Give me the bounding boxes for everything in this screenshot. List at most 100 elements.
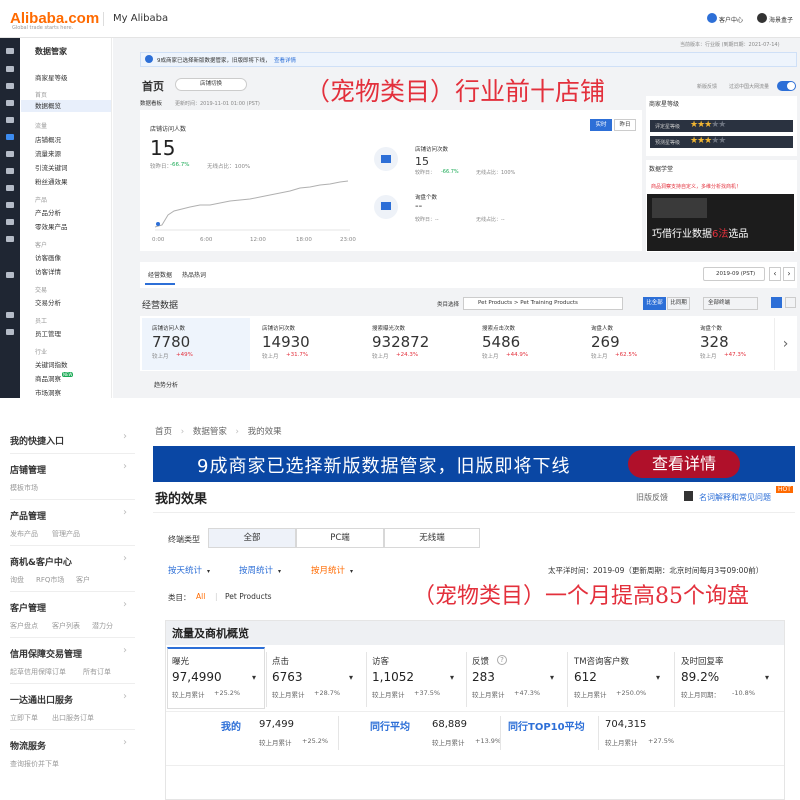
nav-item-keyword-index[interactable]: 关键词指数	[35, 359, 68, 369]
nav-sub-template[interactable]: 模板市场	[10, 483, 38, 493]
stat-week-dropdown[interactable]: 按周统计 ▾	[239, 564, 281, 576]
grid-icon[interactable]	[6, 236, 14, 242]
nav-item-zero-effect[interactable]: 零效果产品	[35, 221, 68, 231]
chart-view-icon[interactable]	[771, 297, 782, 308]
next-icon[interactable]: ›	[783, 267, 795, 281]
cat-box-icon[interactable]	[757, 13, 767, 23]
chart-icon[interactable]	[6, 134, 14, 140]
my-alibaba-title[interactable]: My Alibaba	[113, 13, 168, 24]
service-icon[interactable]	[6, 219, 14, 225]
user-icon[interactable]	[6, 117, 14, 123]
tab-hot[interactable]: 热品热词	[182, 270, 206, 279]
old-feedback-link[interactable]: 旧版反馈	[636, 492, 668, 503]
nav-item-shop-overview[interactable]: 店铺概况	[35, 134, 61, 144]
tab-biz[interactable]: 经营数据	[148, 270, 172, 279]
nav-group-export[interactable]: 一达通出口服务	[10, 693, 73, 706]
tab-wireless[interactable]: 无线端	[384, 528, 480, 548]
chevron-right-icon[interactable]: ›	[123, 737, 127, 748]
trade-icon[interactable]	[6, 168, 14, 174]
nav-sub-potential[interactable]: 潜力分	[92, 621, 113, 631]
nav-sub-inventory[interactable]: 客户盘点	[10, 621, 38, 631]
chevron-right-icon[interactable]: ›	[123, 599, 127, 610]
tab-pc[interactable]: PC端	[296, 528, 384, 548]
nav-sub-list[interactable]: 客户列表	[52, 621, 80, 631]
store-icon[interactable]	[6, 66, 14, 72]
customer-center-link[interactable]: 客户中心	[719, 15, 743, 24]
breadcrumb-manager[interactable]: 数据管家	[193, 427, 227, 437]
home-icon[interactable]	[6, 48, 14, 54]
stat-day-dropdown[interactable]: 按天统计 ▾	[168, 564, 210, 576]
nav-item-product-analysis[interactable]: 产品分析	[35, 207, 61, 217]
nav-sub-rfq[interactable]: RFQ市场	[36, 575, 64, 585]
chevron-right-icon[interactable]: ›	[123, 507, 127, 518]
nav-sub-draft[interactable]: 起草信用保障订单	[10, 667, 66, 677]
prev-icon[interactable]: ‹	[769, 267, 781, 281]
new-feedback-link[interactable]: 新版反馈	[697, 83, 717, 90]
toggle-yesterday[interactable]: 昨日	[614, 119, 636, 131]
finance-icon[interactable]	[6, 202, 14, 208]
cat-box-link[interactable]: 海景盒子	[769, 15, 793, 24]
logistics-icon[interactable]	[6, 185, 14, 191]
chevron-down-icon[interactable]: ▾	[450, 673, 454, 682]
heart-icon[interactable]	[6, 312, 14, 318]
tab-all[interactable]: 全部	[208, 528, 296, 548]
nav-item-overview[interactable]: 数据概览	[21, 100, 111, 112]
nav-sub-orders[interactable]: 所有订单	[83, 667, 111, 677]
chevron-right-icon[interactable]: ›	[123, 645, 127, 656]
nav-item-visitor-detail[interactable]: 访客详情	[35, 266, 61, 276]
nav-item-star-level[interactable]: 商家星等级	[35, 72, 68, 82]
nav-item-trade-analysis[interactable]: 交易分析	[35, 297, 61, 307]
nav-sub-manage[interactable]: 管理产品	[52, 529, 80, 539]
chevron-down-icon[interactable]: ▾	[349, 673, 353, 682]
learn-notice[interactable]: 商品洞察支持自定义，多维分析找商机！	[651, 183, 741, 190]
customers-icon[interactable]	[6, 151, 14, 157]
chevron-right-icon[interactable]: ›	[774, 318, 796, 370]
nav-item-traffic-source[interactable]: 流量来源	[35, 148, 61, 158]
nav-sub-inquiry[interactable]: 询盘	[10, 575, 24, 585]
stat-month-dropdown[interactable]: 按月统计 ▾	[311, 564, 353, 576]
nav-sub-export-orders[interactable]: 出口服务订单	[52, 713, 94, 723]
chevron-right-icon[interactable]: ›	[123, 691, 127, 702]
nav-item-market-insight[interactable]: 市场洞察	[35, 387, 61, 397]
compare-peer-button[interactable]: 比同期	[667, 297, 690, 310]
nav-sub-quote[interactable]: 查询报价并下单	[10, 759, 59, 769]
help-icon[interactable]: ?	[497, 655, 507, 665]
send-icon[interactable]	[6, 272, 14, 278]
banner-details-button[interactable]: 查看详情	[628, 450, 740, 478]
period-select[interactable]: 2019-09 (PST)	[703, 267, 765, 281]
chevron-down-icon[interactable]: ▾	[765, 673, 769, 682]
nav-item-keywords[interactable]: 引流关键词	[35, 162, 68, 172]
nav-sub-customer[interactable]: 客户	[76, 575, 90, 585]
product-icon[interactable]	[6, 100, 14, 106]
nav-group-customers[interactable]: 客户管理	[10, 601, 46, 614]
nav-sub-order-now[interactable]: 立即下单	[10, 713, 38, 723]
chevron-right-icon[interactable]: ›	[123, 431, 127, 442]
chevron-right-icon[interactable]: ›	[123, 553, 127, 564]
terminal-select[interactable]: 全部终端	[703, 297, 758, 310]
nav-sub-publish[interactable]: 发布产品	[10, 529, 38, 539]
customer-center-icon[interactable]	[707, 13, 717, 23]
nav-group-shop[interactable]: 店铺管理	[10, 463, 46, 476]
doc-icon[interactable]	[6, 329, 14, 335]
nav-group-opportunity[interactable]: 商机&客户中心	[10, 555, 72, 568]
nav-item-fans[interactable]: 粉丝通效果	[35, 176, 68, 186]
nav-group-logistics[interactable]: 物流服务	[10, 739, 46, 752]
notice-link[interactable]: 查看详情	[274, 56, 296, 64]
breadcrumb-home[interactable]: 首页	[155, 427, 172, 437]
nav-item-product-insight[interactable]: 商品洞察	[35, 373, 61, 383]
category-select[interactable]: Pet Products > Pet Training Products	[463, 297, 623, 310]
chevron-down-icon[interactable]: ▾	[656, 673, 660, 682]
nav-group-shortcuts[interactable]: 我的快捷入口	[10, 434, 64, 447]
nav-group-product[interactable]: 产品管理	[10, 509, 46, 522]
help-link[interactable]: 名词解释和常见问题	[699, 492, 771, 503]
chevron-right-icon[interactable]: ›	[123, 461, 127, 472]
nav-item-visitor-profile[interactable]: 访客画像	[35, 252, 61, 262]
category-all[interactable]: All	[196, 592, 205, 601]
nav-item-staff[interactable]: 员工管理	[35, 328, 61, 338]
table-view-icon[interactable]	[785, 297, 796, 308]
toggle-realtime[interactable]: 实时	[590, 119, 612, 131]
compare-all-button[interactable]: 比全部	[643, 297, 666, 310]
message-icon[interactable]	[6, 83, 14, 89]
shop-switch-select[interactable]: 店铺切换	[175, 78, 247, 91]
nav-group-trade-assurance[interactable]: 信用保障交易管理	[10, 647, 82, 660]
